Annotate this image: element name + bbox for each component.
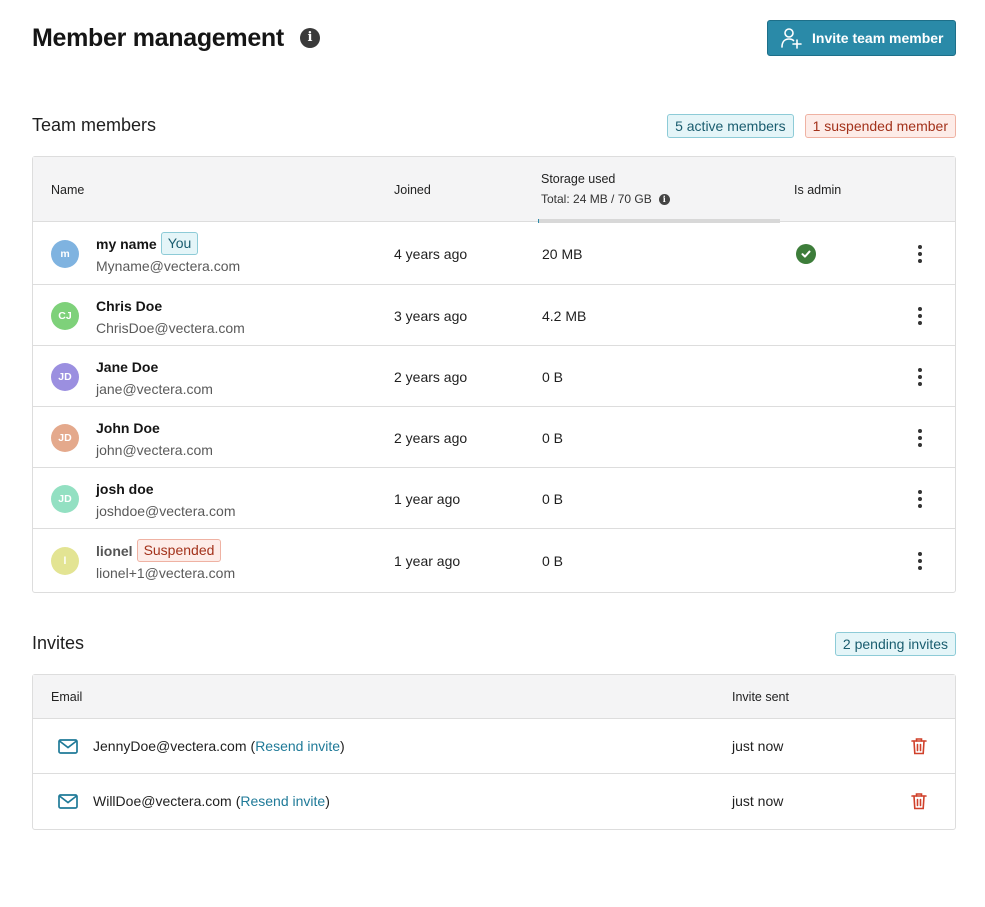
column-storage[interactable]: Storage used Total: 24 MB / 70 GB i	[541, 172, 670, 206]
member-email: joshdoe@vectera.com	[96, 503, 236, 519]
member-joined: 4 years ago	[394, 246, 468, 262]
member-storage: 4.2 MB	[542, 308, 587, 324]
suspended-badge: Suspended	[136, 539, 222, 562]
member-row[interactable]: JD John Doe john@vectera.com 2 years ago 0 B	[33, 407, 955, 468]
invites-table-body: JennyDoe@vectera.com(Resend invite) just …	[33, 719, 955, 829]
member-name: John Doe	[96, 419, 160, 436]
avatar: JD	[51, 424, 79, 452]
avatar: m	[51, 240, 79, 268]
member-storage: 0 B	[542, 369, 564, 385]
section-title-team-members: Team members	[32, 115, 157, 135]
column-name[interactable]: Name	[51, 183, 84, 197]
invite-row[interactable]: WillDoe@vectera.com(Resend invite) just n…	[33, 774, 955, 829]
member-row[interactable]: JD Jane Doe jane@vectera.com 2 years ago 0 B	[33, 346, 955, 407]
column-invite-sent[interactable]: Invite sent	[732, 690, 789, 704]
invites-table: Email Invite sent JennyDoe@vectera.com(R…	[32, 674, 956, 830]
invite-email: WillDoe@vectera.com	[93, 793, 232, 809]
avatar: l	[51, 547, 79, 575]
member-email: Myname@vectera.com	[96, 258, 241, 274]
invite-row[interactable]: JennyDoe@vectera.com(Resend invite) just …	[33, 719, 955, 774]
you-badge: You	[160, 232, 199, 255]
member-joined: 2 years ago	[394, 430, 468, 446]
column-storage-label: Storage used	[541, 172, 616, 186]
invite-button-label: Invite team member	[812, 30, 944, 46]
storage-total: Total: 24 MB / 70 GB	[541, 192, 652, 206]
member-email: jane@vectera.com	[96, 381, 213, 397]
invite-team-member-button[interactable]: Invite team member	[767, 20, 956, 56]
resend-invite-link[interactable]: Resend invite	[240, 793, 325, 809]
member-joined: 1 year ago	[394, 491, 461, 507]
member-name: josh doe	[96, 480, 154, 497]
invite-sent-time: just now	[732, 793, 784, 809]
member-storage: 0 B	[542, 491, 564, 507]
member-joined: 3 years ago	[394, 308, 468, 324]
column-is-admin[interactable]: Is admin	[794, 183, 841, 197]
page-header: Member management i Invite team member	[32, 20, 956, 56]
member-name: Chris Doe	[96, 297, 163, 314]
more-options-icon[interactable]	[913, 427, 927, 449]
suspended-members-badge: 1 suspended member	[804, 114, 956, 138]
column-joined[interactable]: Joined	[394, 183, 431, 197]
more-options-icon[interactable]	[913, 550, 927, 572]
page-title: Member management	[32, 24, 284, 52]
mail-icon	[58, 739, 78, 754]
member-row[interactable]: m my name You Myname@vectera.com 4 years ago…	[33, 222, 955, 285]
member-storage: 0 B	[542, 430, 564, 446]
invite-sent-time: just now	[732, 738, 784, 754]
trash-icon[interactable]	[911, 737, 927, 755]
member-row[interactable]: l lionel Suspended lionel+1@vectera.com 1 ye…	[33, 529, 955, 592]
team-members-header: Team members 5 active members 1 suspende…	[32, 113, 956, 139]
member-email: john@vectera.com	[96, 442, 213, 458]
admin-check-icon	[796, 244, 816, 264]
invites-header: Invites 2 pending invites	[32, 631, 956, 657]
more-options-icon[interactable]	[913, 305, 927, 327]
section-title-invites: Invites	[32, 633, 85, 653]
member-row[interactable]: CJ Chris Doe ChrisDoe@vectera.com 3 years a…	[33, 285, 955, 346]
members-table-body: m my name You Myname@vectera.com 4 years ago…	[33, 222, 955, 592]
member-joined: 2 years ago	[394, 369, 468, 385]
member-name: lionel	[96, 542, 133, 559]
more-options-icon[interactable]	[913, 243, 927, 265]
pending-invites-badge: 2 pending invites	[834, 632, 956, 656]
member-row[interactable]: JD josh doe joshdoe@vectera.com 1 year ago 0…	[33, 468, 955, 529]
resend-invite-link[interactable]: Resend invite	[255, 738, 340, 754]
member-name: Jane Doe	[96, 358, 159, 375]
members-table: Name Joined Storage used Total: 24 MB / …	[32, 156, 956, 593]
avatar: JD	[51, 363, 79, 391]
trash-icon[interactable]	[911, 792, 927, 810]
invite-email: JennyDoe@vectera.com	[93, 738, 247, 754]
member-name: my name	[96, 235, 157, 252]
column-email[interactable]: Email	[51, 690, 82, 704]
avatar: JD	[51, 485, 79, 513]
members-table-header: Name Joined Storage used Total: 24 MB / …	[33, 157, 955, 223]
active-members-badge: 5 active members	[667, 114, 794, 138]
more-options-icon[interactable]	[913, 366, 927, 388]
member-storage: 20 MB	[542, 246, 583, 262]
invites-table-header: Email Invite sent	[33, 675, 955, 719]
member-joined: 1 year ago	[394, 553, 461, 569]
member-email: ChrisDoe@vectera.com	[96, 320, 245, 336]
more-options-icon[interactable]	[913, 488, 927, 510]
member-storage: 0 B	[542, 553, 564, 569]
mail-icon	[58, 794, 78, 809]
info-icon[interactable]: i	[300, 28, 320, 48]
storage-info-icon[interactable]: i	[658, 193, 670, 205]
member-email: lionel+1@vectera.com	[96, 565, 236, 581]
avatar: CJ	[51, 302, 79, 330]
add-user-icon	[781, 28, 802, 49]
